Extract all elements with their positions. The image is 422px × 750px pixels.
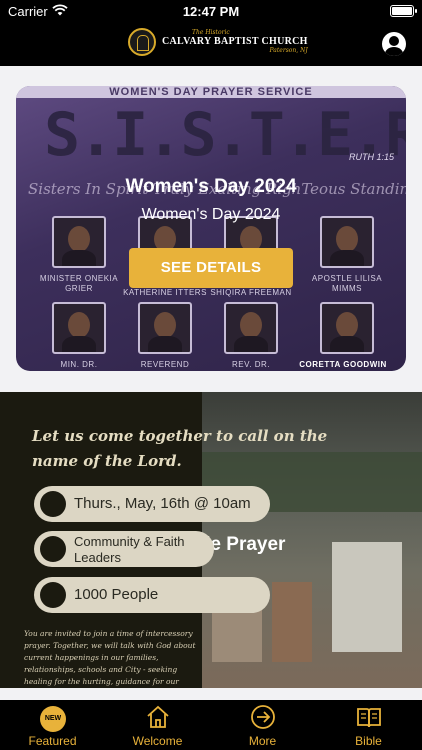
tab-label: Featured	[28, 734, 77, 748]
speaker-name: CORETTA GOODWIN	[299, 360, 387, 369]
speaker-photo	[224, 302, 278, 354]
speaker-name: MINISTER ONEKIA GRIER	[39, 274, 119, 293]
speaker-name: APOSTLE LILISA MIMMS	[311, 274, 383, 293]
flyer-verse: RUTH 1:15	[348, 152, 394, 162]
see-details-button[interactable]: SEE DETAILS	[129, 248, 293, 288]
speaker-name: SHIQIRA FREEMAN	[210, 288, 292, 297]
tab-bible[interactable]: Bible	[316, 700, 421, 750]
event-subtitle: Women's Day 2024	[141, 206, 281, 223]
arrow-circle-icon	[251, 705, 275, 729]
profile-icon[interactable]	[382, 32, 406, 56]
tab-more[interactable]: More	[210, 700, 315, 750]
speaker-photo	[52, 302, 106, 354]
flyer-tagline: Let us come together to call on the name…	[32, 427, 328, 470]
speaker-name: REVEREND	[140, 360, 190, 369]
speaker-name: KATHERINE ITTERS	[123, 288, 207, 297]
flyer-detail-count: 1000 People	[34, 577, 270, 613]
bottom-tab-bar: NEW Featured Welcome More Bible	[0, 700, 422, 750]
clock: 12:47 PM	[182, 4, 240, 19]
tab-label: Welcome	[132, 734, 183, 748]
featured-event-card[interactable]: WOMEN'S DAY PRAYER SERVICE S.I.S.T.E.R.S…	[16, 86, 406, 371]
event-title: Women's Day 2024	[125, 176, 297, 197]
book-icon	[357, 708, 381, 728]
flyer-banner: WOMEN'S DAY PRAYER SERVICE	[16, 86, 406, 98]
battery-icon	[390, 5, 417, 17]
church-logo[interactable]: The Historic CALVARY BAPTIST CHURCH Pate…	[128, 28, 308, 56]
flyer-detail-date: Thurs., May, 16th @ 10am	[34, 486, 270, 522]
tab-label: More	[248, 734, 277, 748]
flyer-invite-text: You are invited to join a time of interc…	[24, 629, 196, 686]
church-seal-icon	[128, 28, 156, 56]
speaker-photo	[320, 302, 374, 354]
logo-name: CALVARY BAPTIST CHURCH	[162, 36, 308, 47]
new-badge-icon: NEW	[40, 706, 66, 732]
speaker-photo	[138, 302, 192, 354]
top-nav-bar: The Historic CALVARY BAPTIST CHURCH Pate…	[0, 22, 422, 66]
tab-featured[interactable]: NEW Featured	[0, 700, 105, 750]
speaker-name: REV. DR.	[232, 360, 270, 369]
home-icon	[147, 705, 169, 728]
logo-location: Paterson, NJ	[269, 47, 308, 54]
speaker-name: MIN. DR.	[60, 360, 98, 369]
flyer-detail-audience: Community & Faith Leaders	[34, 531, 214, 567]
tab-label: Bible	[355, 734, 382, 748]
status-bar: Carrier 12:47 PM	[0, 0, 422, 22]
tab-welcome[interactable]: Welcome	[105, 700, 210, 750]
